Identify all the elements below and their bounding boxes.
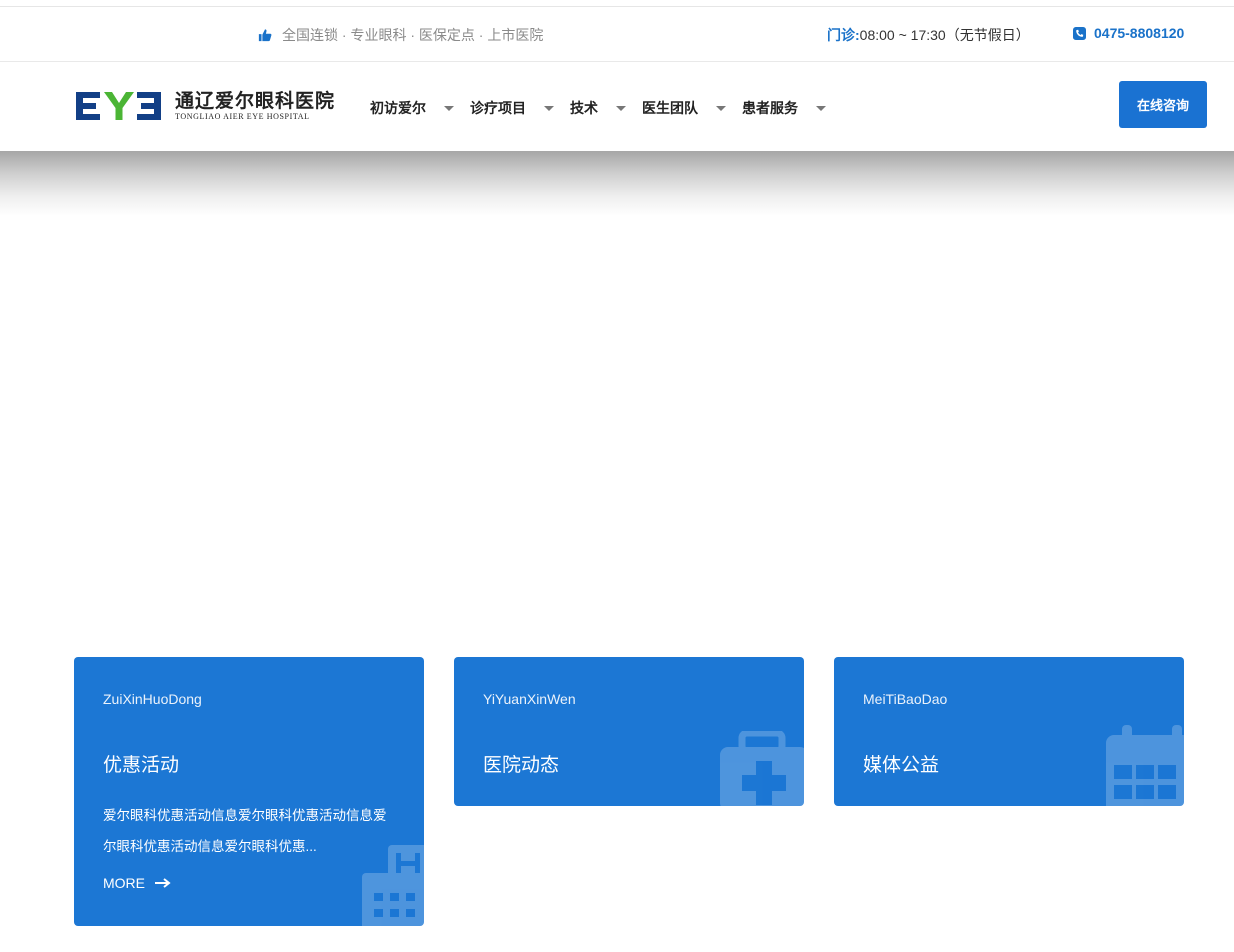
menu-item-treatments[interactable]: 诊疗项目 xyxy=(470,98,570,118)
eye-logo-mark-icon xyxy=(76,92,161,120)
card-en-title: MeiTiBaoDao xyxy=(863,691,948,707)
card-title: 医院动态 xyxy=(483,755,560,776)
more-label: MORE xyxy=(103,875,145,891)
promo-card-activities[interactable]: ZuiXinHuoDong 优惠活动 爱尔眼科优惠活动信息爱尔眼科优惠活动信息爱… xyxy=(74,657,424,926)
hours-label: 门诊: xyxy=(827,27,860,43)
more-link[interactable]: MORE xyxy=(103,875,171,891)
clinic-hours: 门诊: 08:00 ~ 17:30（无节假日） xyxy=(827,25,1030,45)
calendar-icon xyxy=(1106,725,1184,806)
caret-down-icon xyxy=(616,105,626,111)
menu-item-label: 初访爱尔 xyxy=(370,100,426,116)
main-menu: 初访爱尔 诊疗项目 技术 医生团队 患者服务 xyxy=(370,98,842,118)
promo-card-hospital-news[interactable]: YiYuanXinWen 医院动态 xyxy=(454,657,804,806)
phone-text: 0475-8808120 xyxy=(1094,25,1185,41)
caret-down-icon xyxy=(544,105,554,111)
menu-item-label: 患者服务 xyxy=(742,100,798,116)
thumbs-up-icon xyxy=(258,29,272,42)
logo-name-en: TONGLIAO AIER EYE HOSPITAL xyxy=(175,112,310,121)
promo-card-media-charity[interactable]: MeiTiBaoDao 媒体公益 xyxy=(834,657,1184,806)
menu-item-technology[interactable]: 技术 xyxy=(570,98,642,118)
medical-kit-icon xyxy=(720,731,804,806)
hospital-building-icon xyxy=(362,845,424,926)
tagline: 全国连锁 · 专业眼科 · 医保定点 · 上市医院 xyxy=(258,25,543,45)
menu-item-label: 医生团队 xyxy=(642,100,698,116)
card-en-title: ZuiXinHuoDong xyxy=(103,691,202,707)
phone-number[interactable]: 0475-8808120 xyxy=(1073,25,1184,41)
menu-item-label: 诊疗项目 xyxy=(470,100,526,116)
hours-value: 08:00 ~ 17:30（无节假日） xyxy=(859,27,1030,43)
menu-item-patient-services[interactable]: 患者服务 xyxy=(742,98,842,118)
banner-shadow xyxy=(0,151,1234,216)
menu-item-doctor-team[interactable]: 医生团队 xyxy=(642,98,742,118)
hospital-logo[interactable]: 通辽爱尔眼科医院 TONGLIAO AIER EYE HOSPITAL xyxy=(76,90,335,122)
caret-down-icon xyxy=(716,105,726,111)
top-info-bar: 全国连锁 · 专业眼科 · 医保定点 · 上市医院 门诊: 08:00 ~ 17… xyxy=(0,7,1234,62)
caret-down-icon xyxy=(816,105,826,111)
online-consult-button[interactable]: 在线咨询 xyxy=(1119,81,1207,128)
card-description: 爱尔眼科优惠活动信息爱尔眼科优惠活动信息爱尔眼科优惠活动信息爱尔眼科优惠... xyxy=(103,808,387,854)
caret-down-icon xyxy=(444,105,454,111)
main-navbar: 通辽爱尔眼科医院 TONGLIAO AIER EYE HOSPITAL 初访爱尔… xyxy=(0,63,1234,151)
phone-icon xyxy=(1073,26,1086,40)
logo-name-cn: 通辽爱尔眼科医院 xyxy=(175,90,336,112)
logo-text: 通辽爱尔眼科医院 TONGLIAO AIER EYE HOSPITAL xyxy=(175,90,335,122)
tagline-text: 全国连锁 · 专业眼科 · 医保定点 · 上市医院 xyxy=(282,27,544,43)
card-en-title: YiYuanXinWen xyxy=(483,691,576,707)
menu-item-label: 技术 xyxy=(570,100,598,116)
card-title: 优惠活动 xyxy=(103,755,180,776)
menu-item-first-visit[interactable]: 初访爱尔 xyxy=(370,98,470,118)
arrow-right-icon xyxy=(155,878,171,888)
card-title: 媒体公益 xyxy=(863,755,940,776)
